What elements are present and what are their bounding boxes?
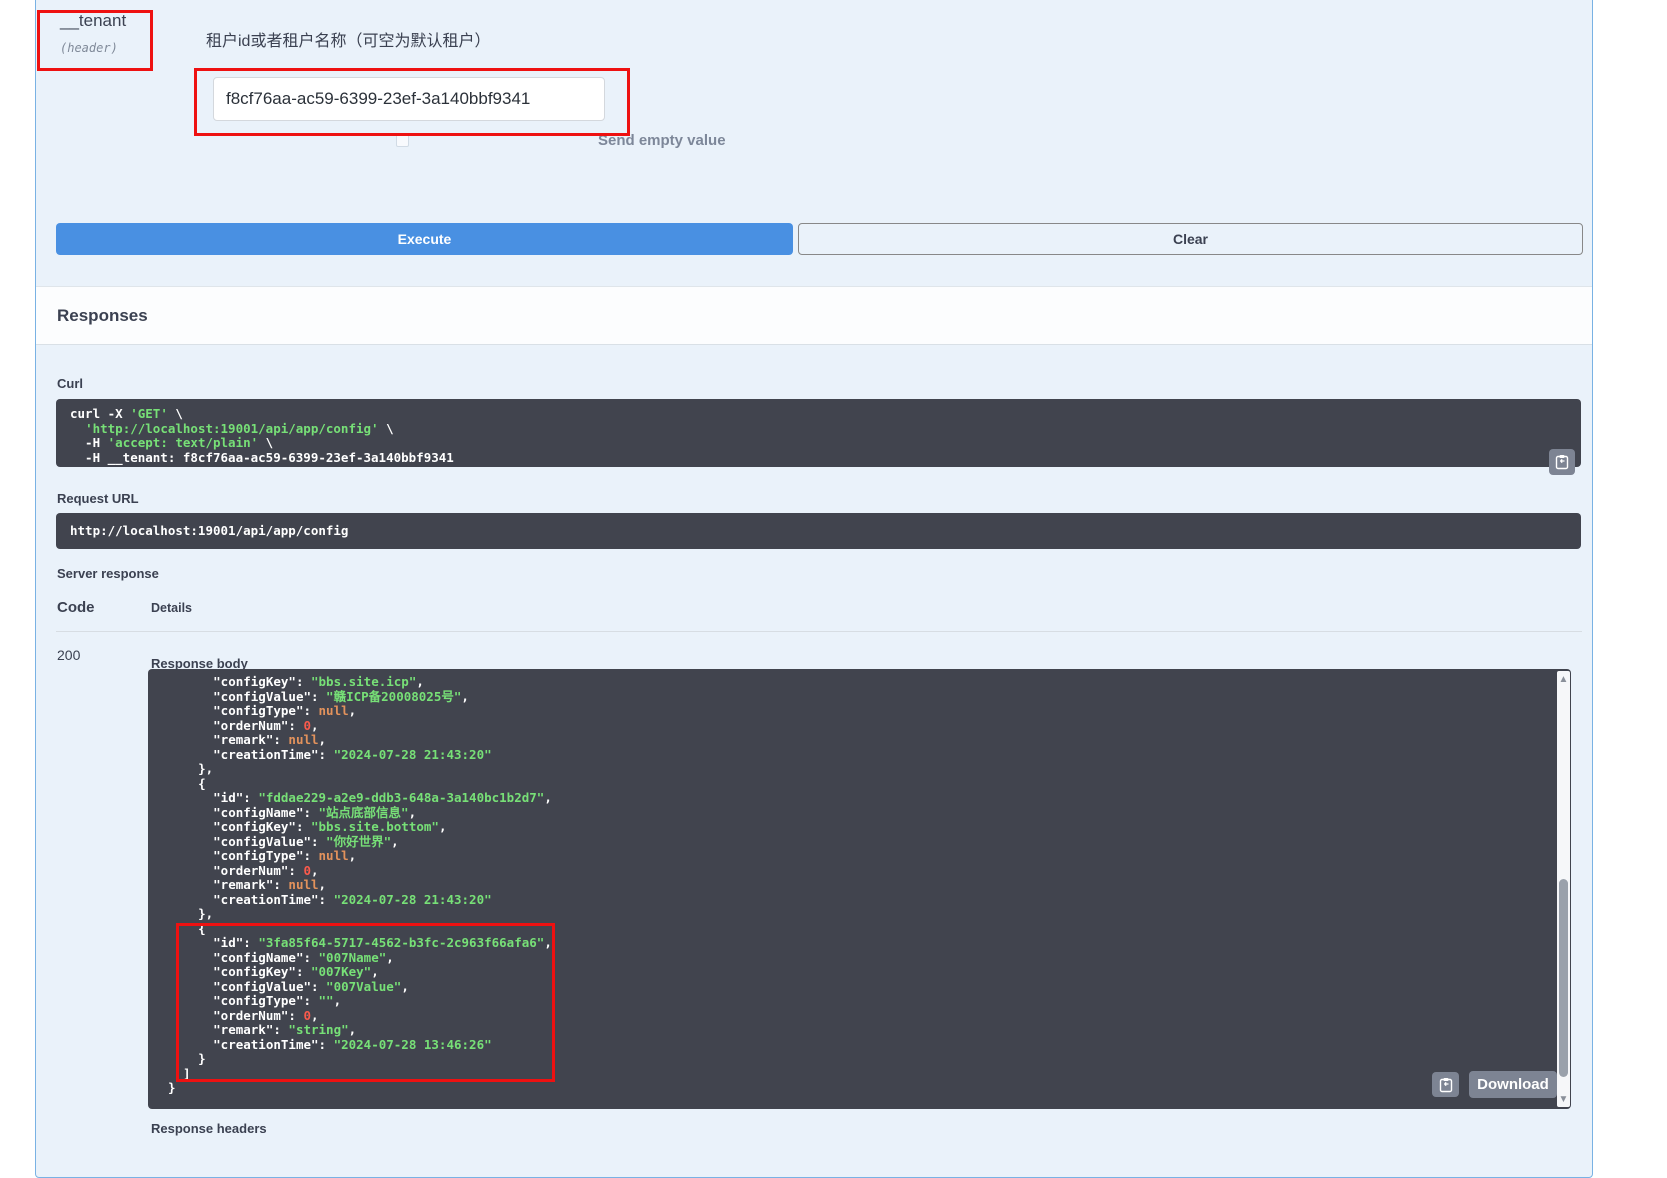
status-code: 200 <box>57 647 80 663</box>
response-headers-label: Response headers <box>151 1121 267 1136</box>
request-url-value: http://localhost:19001/api/app/config <box>70 524 1567 539</box>
code-line: 'http://localhost:19001/api/app/config' … <box>70 422 1567 437</box>
execute-button[interactable]: Execute <box>56 223 793 255</box>
code-line: "configValue": "赣ICP备20008025号", <box>168 690 1547 705</box>
code-line: "remark": null, <box>168 878 1547 893</box>
code-line: "remark": null, <box>168 733 1547 748</box>
code-line: "configType": null, <box>168 704 1547 719</box>
request-url-label: Request URL <box>57 491 139 506</box>
table-divider <box>56 631 1582 632</box>
swagger-page: __tenant (header) 租户id或者租户名称（可空为默认租户） Se… <box>0 0 1667 1140</box>
code-line: "creationTime": "2024-07-28 21:43:20" <box>168 893 1547 908</box>
code-line: "creationTime": "2024-07-28 21:43:20" <box>168 748 1547 763</box>
clear-button[interactable]: Clear <box>798 223 1583 255</box>
copy-response-button[interactable] <box>1432 1072 1459 1097</box>
code-line: "configValue": "你好世界", <box>168 835 1547 850</box>
scroll-down-icon[interactable]: ▼ <box>1557 1095 1570 1105</box>
responses-title: Responses <box>57 306 148 326</box>
annotation-box-response-object <box>176 923 555 1082</box>
code-line: "configType": null, <box>168 849 1547 864</box>
copy-icon <box>1555 454 1569 470</box>
code-line: { <box>168 777 1547 792</box>
code-line: "configName": "站点底部信息", <box>168 806 1547 821</box>
scroll-up-icon[interactable]: ▲ <box>1557 675 1570 685</box>
download-button[interactable]: Download <box>1469 1071 1557 1098</box>
copy-curl-button[interactable] <box>1549 449 1575 475</box>
code-line: -H __tenant: f8cf76aa-ac59-6399-23ef-3a1… <box>70 451 1567 466</box>
code-line: "id": "fddae229-a2e9-ddb3-648a-3a140bc1b… <box>168 791 1547 806</box>
code-column-header: Code <box>57 599 95 616</box>
code-line: -H 'accept: text/plain' \ <box>70 436 1567 451</box>
copy-icon <box>1439 1077 1453 1093</box>
parameter-description: 租户id或者租户名称（可空为默认租户） <box>206 27 490 51</box>
code-line: }, <box>168 907 1547 922</box>
request-url-block: http://localhost:19001/api/app/config <box>56 513 1581 549</box>
code-line: } <box>168 1081 1547 1096</box>
code-line: "orderNum": 0, <box>168 719 1547 734</box>
code-line: }, <box>168 762 1547 777</box>
code-line: "configKey": "bbs.site.icp", <box>168 675 1547 690</box>
curl-command-block: curl -X 'GET' \ 'http://localhost:19001/… <box>56 399 1581 467</box>
code-line: "orderNum": 0, <box>168 864 1547 879</box>
details-column-header: Details <box>151 601 192 615</box>
annotation-box-tenant-input <box>194 68 630 136</box>
server-response-label: Server response <box>57 566 159 581</box>
annotation-box-tenant-param <box>37 10 153 71</box>
curl-label: Curl <box>57 376 83 391</box>
scrollbar-thumb[interactable] <box>1559 879 1568 1077</box>
responses-header-band: Responses <box>36 286 1592 345</box>
code-line: curl -X 'GET' \ <box>70 407 1567 422</box>
code-line: "configKey": "bbs.site.bottom", <box>168 820 1547 835</box>
